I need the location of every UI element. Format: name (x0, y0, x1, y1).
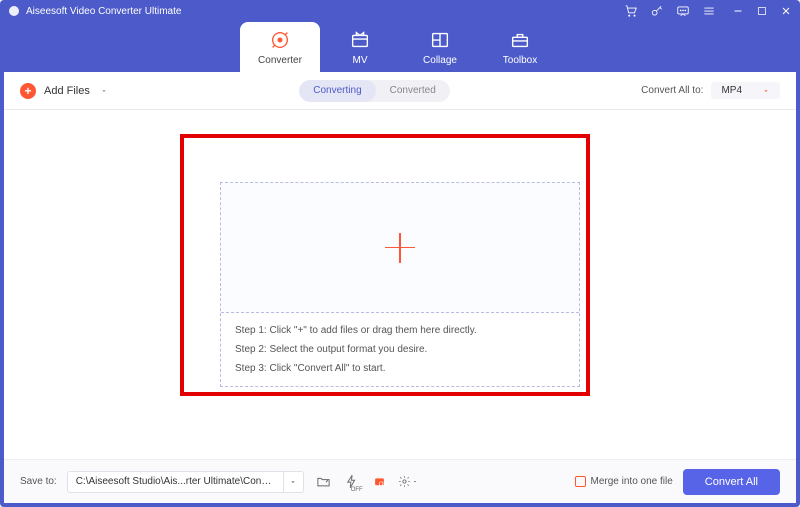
add-files-label: Add Files (44, 85, 90, 97)
chevron-down-icon (762, 87, 770, 95)
app-logo-icon (8, 5, 20, 17)
step-1: Step 1: Click "+" to add files or drag t… (235, 325, 565, 336)
merge-label: Merge into one file (591, 476, 673, 487)
tab-label: Collage (423, 55, 457, 66)
seg-converting[interactable]: Converting (299, 80, 375, 102)
main-canvas: Step 1: Click "+" to add files or drag t… (4, 110, 796, 459)
convert-all-to-group: Convert All to: MP4 (641, 82, 780, 99)
hw-accel-icon[interactable]: OFF (342, 472, 362, 492)
dropzone: Step 1: Click "+" to add files or drag t… (220, 182, 580, 387)
tab-collage[interactable]: Collage (400, 22, 480, 72)
steps-help: Step 1: Click "+" to add files or drag t… (221, 313, 579, 386)
settings-icon[interactable] (398, 472, 418, 492)
cart-icon[interactable] (624, 4, 638, 18)
drop-target[interactable] (221, 183, 579, 313)
tab-converter[interactable]: Converter (240, 22, 320, 72)
maximize-icon[interactable] (756, 5, 768, 17)
seg-converted[interactable]: Converted (376, 80, 450, 102)
add-files-button[interactable]: + Add Files (20, 83, 108, 99)
save-path-dropdown[interactable]: C:\Aiseesoft Studio\Ais...rter Ultimate\… (67, 471, 304, 493)
tab-label: MV (353, 55, 368, 66)
tab-label: Converter (258, 55, 302, 66)
format-dropdown[interactable]: MP4 (711, 82, 780, 99)
convert-all-button[interactable]: Convert All (683, 469, 780, 495)
minimize-icon[interactable] (732, 5, 744, 17)
mv-icon (349, 29, 371, 51)
app-window: Aiseesoft Video Converter Ultimate (0, 0, 800, 507)
tab-label: Toolbox (503, 55, 537, 66)
add-plus-icon (385, 233, 415, 263)
collage-icon (429, 29, 451, 51)
convert-all-to-label: Convert All to: (641, 85, 703, 96)
step-2: Step 2: Select the output format you des… (235, 344, 565, 355)
plus-icon: + (20, 83, 36, 99)
open-folder-icon[interactable] (314, 472, 334, 492)
merge-checkbox[interactable]: Merge into one file (575, 476, 673, 487)
close-icon[interactable] (780, 5, 792, 17)
chevron-down-icon[interactable] (283, 472, 303, 492)
gpu-accel-icon[interactable]: ON (370, 472, 390, 492)
footer-bar: Save to: C:\Aiseesoft Studio\Ais...rter … (4, 459, 796, 503)
app-logo: Aiseesoft Video Converter Ultimate (8, 5, 181, 17)
key-icon[interactable] (650, 4, 664, 18)
toolbox-icon (509, 29, 531, 51)
chevron-down-icon (100, 87, 108, 95)
footer-tools: OFF ON (314, 472, 418, 492)
tab-mv[interactable]: MV (320, 22, 400, 72)
status-segment: Converting Converted (299, 80, 450, 102)
save-to-label: Save to: (20, 476, 57, 487)
titlebar: Aiseesoft Video Converter Ultimate (0, 0, 800, 22)
main-tabs: Converter MV Collage Toolbox (0, 22, 800, 72)
app-title: Aiseesoft Video Converter Ultimate (26, 6, 181, 17)
sub-toolbar: + Add Files Converting Converted Convert… (4, 72, 796, 110)
step-3: Step 3: Click "Convert All" to start. (235, 363, 565, 374)
menu-icon[interactable] (702, 4, 716, 18)
titlebar-controls (624, 4, 792, 18)
tab-toolbox[interactable]: Toolbox (480, 22, 560, 72)
converter-icon (269, 29, 291, 51)
content-area: + Add Files Converting Converted Convert… (4, 72, 796, 503)
feedback-icon[interactable] (676, 4, 690, 18)
save-path-value: C:\Aiseesoft Studio\Ais...rter Ultimate\… (68, 476, 283, 487)
format-value: MP4 (721, 85, 742, 96)
checkbox-icon (575, 476, 586, 487)
